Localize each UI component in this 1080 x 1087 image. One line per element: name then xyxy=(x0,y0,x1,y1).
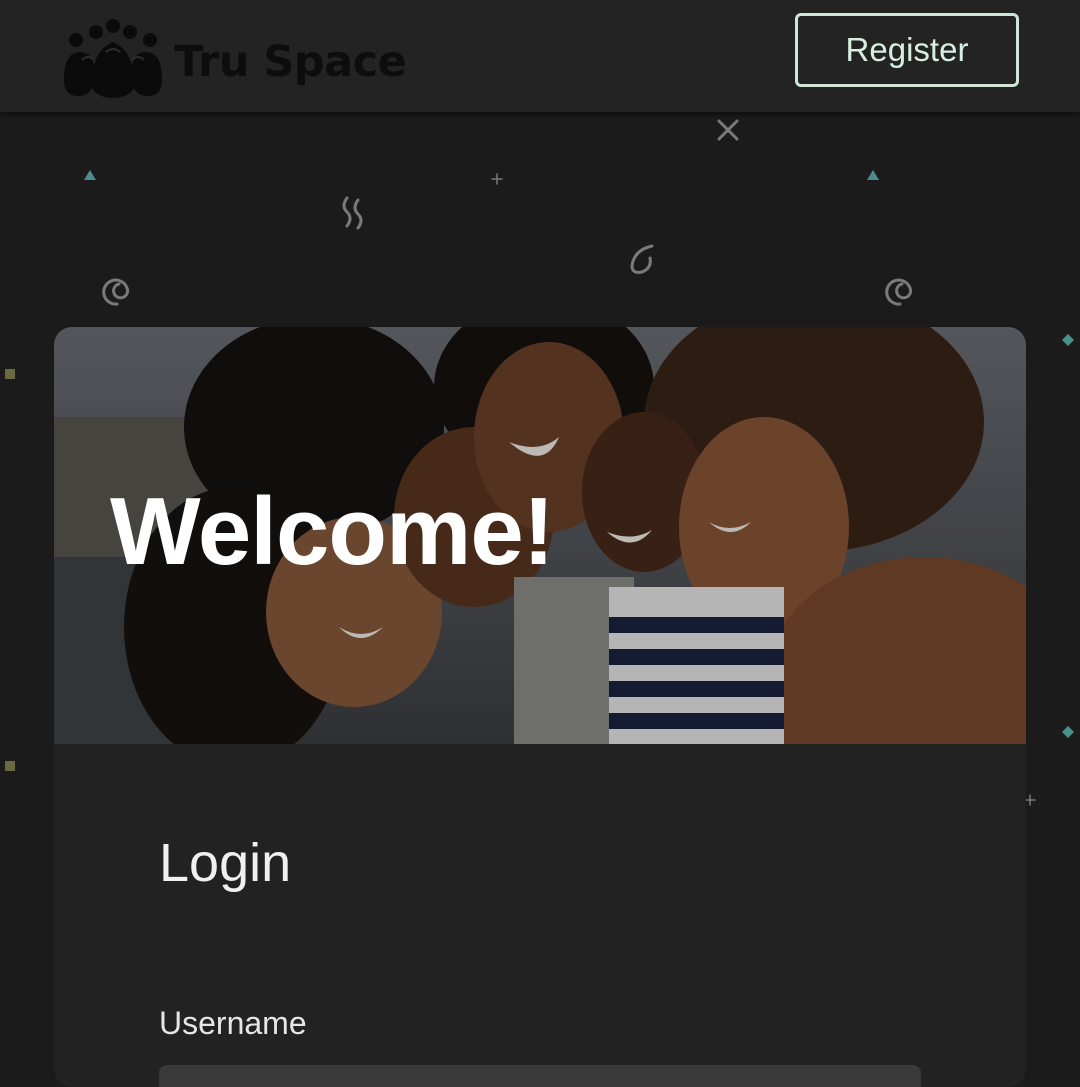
x-mark-doodle xyxy=(717,119,739,141)
brand-name: Tru Space xyxy=(174,37,407,87)
username-input[interactable] xyxy=(159,1065,921,1087)
login-heading: Login xyxy=(159,833,292,893)
login-card: Welcome! Login Username xyxy=(54,327,1026,1087)
spiral-doodle xyxy=(102,278,130,306)
register-button[interactable]: Register xyxy=(795,13,1019,87)
spiral-doodle xyxy=(885,278,913,306)
brand-logo[interactable]: Tru Space xyxy=(58,18,407,100)
hero-banner: Welcome! xyxy=(54,327,1026,744)
squiggle-doodle xyxy=(342,196,363,230)
square-doodle xyxy=(5,761,15,771)
username-label: Username xyxy=(159,1005,307,1041)
top-navbar: Tru Space Register xyxy=(0,0,1080,112)
square-doodle xyxy=(5,369,15,379)
curl-doodle xyxy=(630,244,654,274)
star-doodle xyxy=(1024,794,1036,806)
triangle-doodle xyxy=(867,170,879,180)
welcome-heading: Welcome! xyxy=(110,478,555,585)
star-doodle xyxy=(491,173,503,185)
people-group-icon xyxy=(64,19,162,98)
diamond-doodle xyxy=(1062,726,1074,738)
triangle-doodle xyxy=(84,170,96,180)
diamond-doodle xyxy=(1062,334,1074,346)
